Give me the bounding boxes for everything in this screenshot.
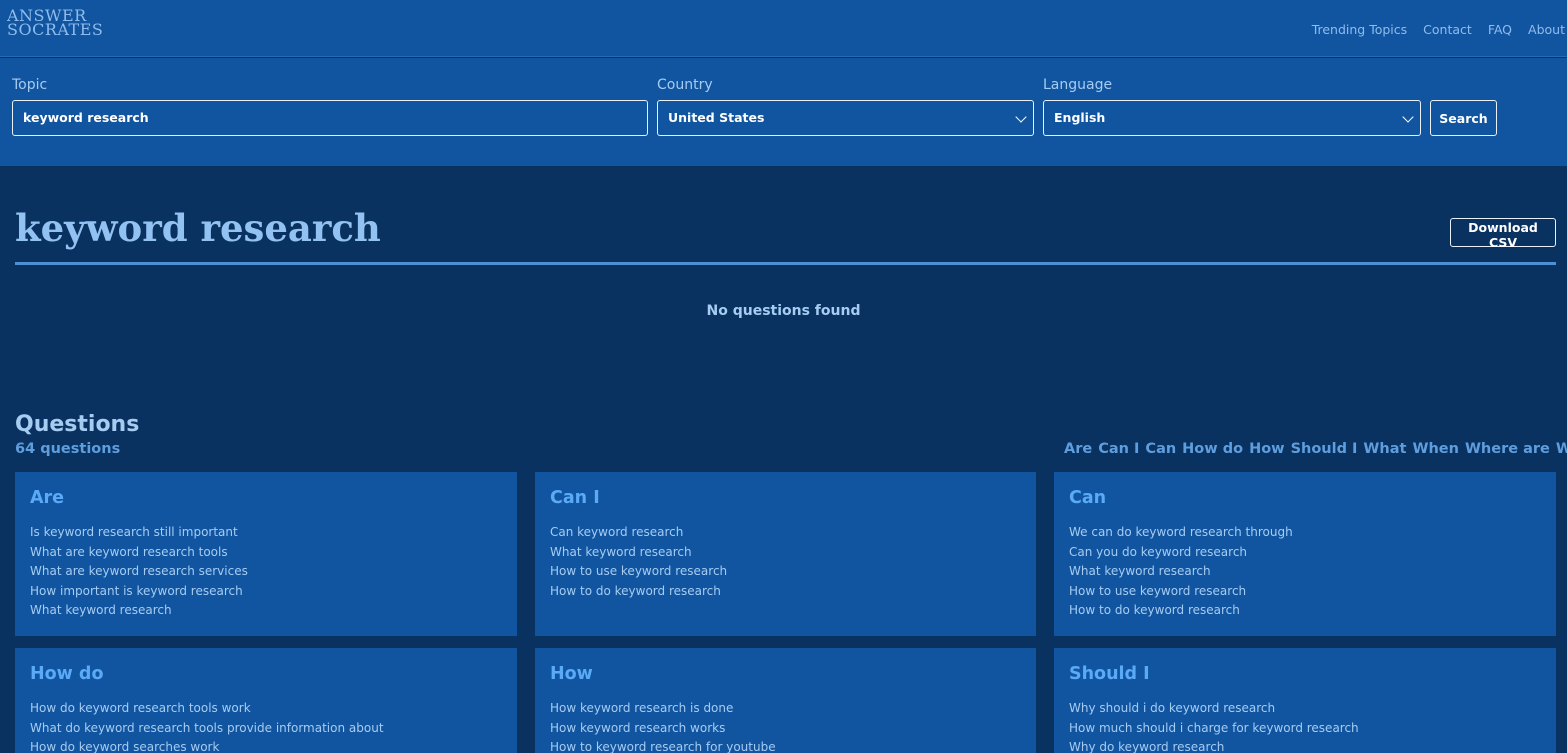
question-card-how: How How keyword research is done How key… <box>535 648 1036 753</box>
chevron-down-icon <box>1015 111 1027 123</box>
question-list: We can do keyword research through Can y… <box>1069 523 1293 621</box>
question-item[interactable]: How keyword research is done <box>550 699 776 719</box>
question-item[interactable]: How to use keyword research <box>550 562 727 582</box>
question-card-how-do: How do How do keyword research tools wor… <box>15 648 517 753</box>
question-item[interactable]: What keyword research <box>550 543 727 563</box>
question-card-can: Can We can do keyword research through C… <box>1054 472 1556 636</box>
topic-input[interactable]: keyword research <box>12 100 648 136</box>
question-list: How do keyword research tools work What … <box>30 699 384 753</box>
country-select-value: United States <box>668 110 765 125</box>
download-csv-button[interactable]: Download CSV <box>1450 218 1556 250</box>
question-filter-links: Are Can I Can How do How Should I What W… <box>1064 441 1567 457</box>
card-title: Can <box>1069 488 1107 508</box>
question-list: Can keyword research What keyword resear… <box>550 523 727 601</box>
card-title: Are <box>30 488 65 508</box>
question-item[interactable]: How do keyword searches work <box>30 738 384 753</box>
top-header: ANSWER SOCRATES Trending Topics Contact … <box>0 0 1567 57</box>
filter-link-how-should-i[interactable]: How <box>1249 441 1285 457</box>
language-select[interactable]: English <box>1043 100 1421 136</box>
question-card-can-i: Can I Can keyword research What keyword … <box>535 472 1036 636</box>
title-divider <box>15 262 1556 265</box>
question-item[interactable]: How to do keyword research <box>1069 601 1293 621</box>
filter-link-where-are[interactable]: Where are <box>1465 441 1550 457</box>
questions-heading: Questions <box>15 412 140 437</box>
question-list: Is keyword research still important What… <box>30 523 248 621</box>
page-title: keyword research <box>15 206 381 250</box>
filter-link-can[interactable]: Can <box>1145 441 1176 457</box>
logo-line-2: SOCRATES <box>7 20 104 39</box>
language-select-value: English <box>1054 110 1106 125</box>
filter-link-how-do[interactable]: How do <box>1182 441 1243 457</box>
filter-link-what[interactable]: What <box>1363 441 1406 457</box>
question-item[interactable]: How to keyword research for youtube <box>550 738 776 753</box>
nav-link-trending-topics[interactable]: Trending Topics <box>1312 22 1407 37</box>
language-label: Language <box>1043 77 1113 93</box>
filter-link-when[interactable]: When <box>1412 441 1458 457</box>
question-card-are: Are Is keyword research still important … <box>15 472 517 636</box>
question-list: Why should i do keyword research How muc… <box>1069 699 1359 753</box>
country-label: Country <box>657 77 713 93</box>
filter-link-can-i[interactable]: Can I <box>1098 441 1139 457</box>
nav-link-faq[interactable]: FAQ <box>1488 22 1512 37</box>
question-item[interactable]: How to do keyword research <box>550 582 727 602</box>
question-list: How keyword research is done How keyword… <box>550 699 776 753</box>
question-item[interactable]: Can you do keyword research <box>1069 543 1293 563</box>
card-title: Should I <box>1069 664 1150 684</box>
country-select[interactable]: United States <box>657 100 1034 136</box>
question-item[interactable]: Can keyword research <box>550 523 727 543</box>
top-nav: Trending Topics Contact FAQ About <box>1312 22 1565 37</box>
nav-link-contact[interactable]: Contact <box>1423 22 1472 37</box>
empty-results-message: No questions found <box>706 303 861 319</box>
question-item[interactable]: What do keyword research tools provide i… <box>30 719 384 739</box>
question-item[interactable]: How much should i charge for keyword res… <box>1069 719 1359 739</box>
search-button[interactable]: Search <box>1430 100 1497 136</box>
filter-link-should-i[interactable]: Should I <box>1291 441 1358 457</box>
card-title: How <box>550 664 593 684</box>
filter-link-are[interactable]: Are <box>1064 441 1092 457</box>
nav-link-about[interactable]: About <box>1528 22 1565 37</box>
search-bar: Topic keyword research Country United St… <box>0 58 1567 166</box>
topic-label: Topic <box>12 77 48 93</box>
chevron-down-icon <box>1402 111 1414 123</box>
card-title: Can I <box>550 488 600 508</box>
question-item[interactable]: What keyword research <box>1069 562 1293 582</box>
question-item[interactable]: What keyword research <box>30 601 248 621</box>
question-item[interactable]: We can do keyword research through <box>1069 523 1293 543</box>
question-item[interactable]: What are keyword research tools <box>30 543 248 563</box>
question-item[interactable]: What are keyword research services <box>30 562 248 582</box>
question-item[interactable]: How keyword research works <box>550 719 776 739</box>
filter-link-where[interactable]: Where <box>1556 441 1567 457</box>
questions-count: 64 questions <box>15 441 121 457</box>
topic-input-value: keyword research <box>23 110 149 125</box>
question-card-should-i: Should I Why should i do keyword researc… <box>1054 648 1556 753</box>
question-item[interactable]: Why do keyword research <box>1069 738 1359 753</box>
question-item[interactable]: How do keyword research tools work <box>30 699 384 719</box>
card-title: How do <box>30 664 104 684</box>
question-item[interactable]: Is keyword research still important <box>30 523 248 543</box>
logo[interactable]: ANSWER SOCRATES <box>7 8 104 39</box>
question-item[interactable]: How to use keyword research <box>1069 582 1293 602</box>
question-item[interactable]: How important is keyword research <box>30 582 248 602</box>
question-item[interactable]: Why should i do keyword research <box>1069 699 1359 719</box>
